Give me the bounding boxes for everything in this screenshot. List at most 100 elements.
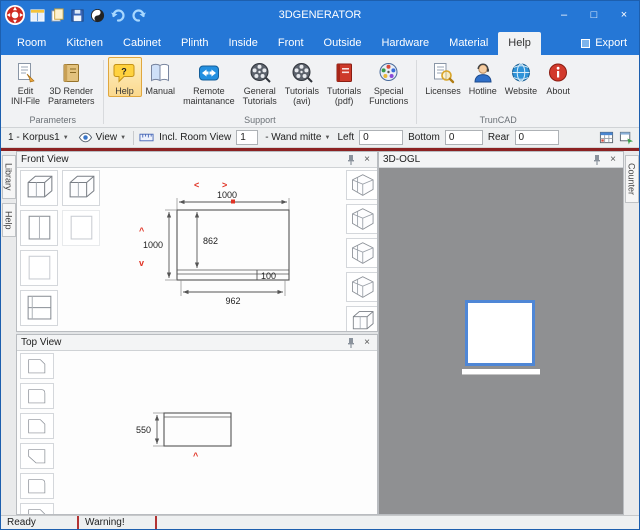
licenses-button[interactable]: Licenses <box>421 57 465 97</box>
wireframe-thumbnail[interactable] <box>346 170 377 200</box>
topview-thumbnail[interactable] <box>20 503 54 514</box>
close-icon[interactable]: × <box>607 154 619 166</box>
globe-icon <box>509 60 533 86</box>
topview-thumbnail[interactable] <box>20 353 54 379</box>
general-tutorials-button[interactable]: GeneralTutorials <box>239 57 281 107</box>
website-button[interactable]: Website <box>501 57 541 97</box>
save-icon[interactable] <box>70 8 85 23</box>
left-field[interactable]: 0 <box>359 130 403 145</box>
special-functions-button[interactable]: SpecialFunctions <box>365 57 412 107</box>
pin-icon[interactable] <box>591 154 603 166</box>
tab-front[interactable]: Front <box>268 32 314 55</box>
pin-icon[interactable] <box>345 337 357 349</box>
redo-icon[interactable] <box>131 7 147 23</box>
rear-field[interactable]: 0 <box>515 130 559 145</box>
tutorials-avi-button[interactable]: Tutorials(avi) <box>281 57 323 107</box>
toolbar-separator <box>133 131 134 145</box>
render-parameters-label: 3D RenderParameters <box>48 86 95 106</box>
incl-room-view-label[interactable]: Incl. Room View <box>159 132 231 143</box>
maximize-button[interactable]: □ <box>579 1 609 29</box>
cabinet-thumbnail[interactable] <box>20 210 58 246</box>
tutorials-pdf-button[interactable]: Tutorials(pdf) <box>323 57 365 107</box>
remote-maintenance-button[interactable]: Remotemaintanance <box>179 57 239 107</box>
status-ready: Ready <box>1 517 77 528</box>
new-project-icon[interactable] <box>30 8 45 23</box>
tab-kitchen[interactable]: Kitchen <box>56 32 113 55</box>
topview-thumbnail[interactable] <box>20 383 54 409</box>
dock-tab-help[interactable]: Help <box>2 203 16 238</box>
wireframe-thumbnail[interactable] <box>346 306 377 331</box>
wireframe-thumbnail[interactable] <box>346 204 377 234</box>
tab-cabinet[interactable]: Cabinet <box>113 32 171 55</box>
edit-ini-file-label: EditINI-File <box>11 86 40 106</box>
ogl-title: 3D-OGL <box>383 154 420 165</box>
top-view-panel: Top View × <box>16 334 378 515</box>
theme-icon[interactable] <box>90 8 105 23</box>
minimize-button[interactable]: – <box>549 1 579 29</box>
export-button[interactable]: Export <box>569 32 639 55</box>
export-icon <box>581 39 590 48</box>
film-reel-icon <box>248 60 272 86</box>
tab-material[interactable]: Material <box>439 32 498 55</box>
app-logo-icon <box>4 4 26 26</box>
manual-label: Manual <box>146 86 176 96</box>
tab-hardware[interactable]: Hardware <box>371 32 439 55</box>
manual-button[interactable]: Manual <box>142 57 180 97</box>
ruler-icon[interactable] <box>139 130 154 145</box>
dock-tab-counter[interactable]: Counter <box>625 155 639 203</box>
ogl-viewport[interactable] <box>379 168 623 514</box>
dock-tab-library[interactable]: Library <box>2 155 16 199</box>
ribbon-separator <box>103 60 104 124</box>
close-icon[interactable]: × <box>361 337 373 349</box>
tab-plinth[interactable]: Plinth <box>171 32 219 55</box>
tab-help[interactable]: Help <box>498 32 541 55</box>
about-button[interactable]: About <box>541 57 575 97</box>
group-label-truncad: TrunCAD <box>421 115 575 127</box>
topview-thumbnail[interactable] <box>20 473 54 499</box>
topview-thumbnail[interactable] <box>20 443 54 469</box>
top-view-canvas[interactable]: 550 ^ <box>57 351 377 514</box>
wireframe-thumbnail[interactable] <box>346 238 377 268</box>
room-number-field[interactable]: 1 <box>236 130 258 145</box>
right-dock-strip: Counter <box>624 151 639 515</box>
render-parameters-button[interactable]: 3D RenderParameters <box>44 57 99 107</box>
wall-combo[interactable]: - Wand mitte ▼ <box>263 131 332 144</box>
svg-text:>: > <box>222 180 227 190</box>
licenses-label: Licenses <box>425 86 461 96</box>
wireframe-thumbnail[interactable] <box>346 272 377 302</box>
close-button[interactable]: × <box>609 1 639 29</box>
topview-thumbnail[interactable] <box>20 413 54 439</box>
view-combo[interactable]: View ▼ <box>76 129 128 146</box>
front-view-header: Front View × <box>17 152 377 168</box>
tab-inside[interactable]: Inside <box>219 32 268 55</box>
tab-room[interactable]: Room <box>7 32 56 55</box>
room-window-icon[interactable] <box>619 130 634 145</box>
front-view-title: Front View <box>21 154 69 165</box>
cabinet-thumbnail[interactable] <box>20 250 58 286</box>
cabinet-thumbnail[interactable] <box>20 170 58 206</box>
front-view-canvas[interactable]: < > 1000 862 <box>103 168 343 331</box>
close-icon[interactable]: × <box>361 154 373 166</box>
ribbon: EditINI-File 3D RenderParameters Paramet… <box>1 55 639 128</box>
edit-ini-file-button[interactable]: EditINI-File <box>7 57 44 107</box>
table-icon[interactable] <box>599 130 614 145</box>
selected-cabinet-3d[interactable] <box>465 300 535 366</box>
eye-icon <box>78 130 93 145</box>
cabinet-thumbnail[interactable] <box>62 210 100 246</box>
cabinet-thumbnail[interactable] <box>20 290 58 326</box>
ribbon-group-support: Help Manual Remotemaintanance GeneralTut… <box>106 57 415 127</box>
ribbon-tab-bar: Room Kitchen Cabinet Plinth Inside Front… <box>1 29 639 55</box>
bottom-field[interactable]: 0 <box>445 130 483 145</box>
export-label: Export <box>595 37 627 49</box>
cabinet-combo[interactable]: 1 - Korpus1 ▼ <box>6 131 71 144</box>
tab-outside[interactable]: Outside <box>314 32 372 55</box>
help-button[interactable]: Help <box>108 57 142 97</box>
hotline-button[interactable]: Hotline <box>465 57 501 97</box>
open-icon[interactable] <box>50 8 65 23</box>
svg-text:<: < <box>194 180 199 190</box>
pin-icon[interactable] <box>345 154 357 166</box>
group-label-support: Support <box>108 115 413 127</box>
cabinet-thumbnail[interactable] <box>62 170 100 206</box>
svg-text:^: ^ <box>193 451 199 461</box>
undo-icon[interactable] <box>110 7 126 23</box>
